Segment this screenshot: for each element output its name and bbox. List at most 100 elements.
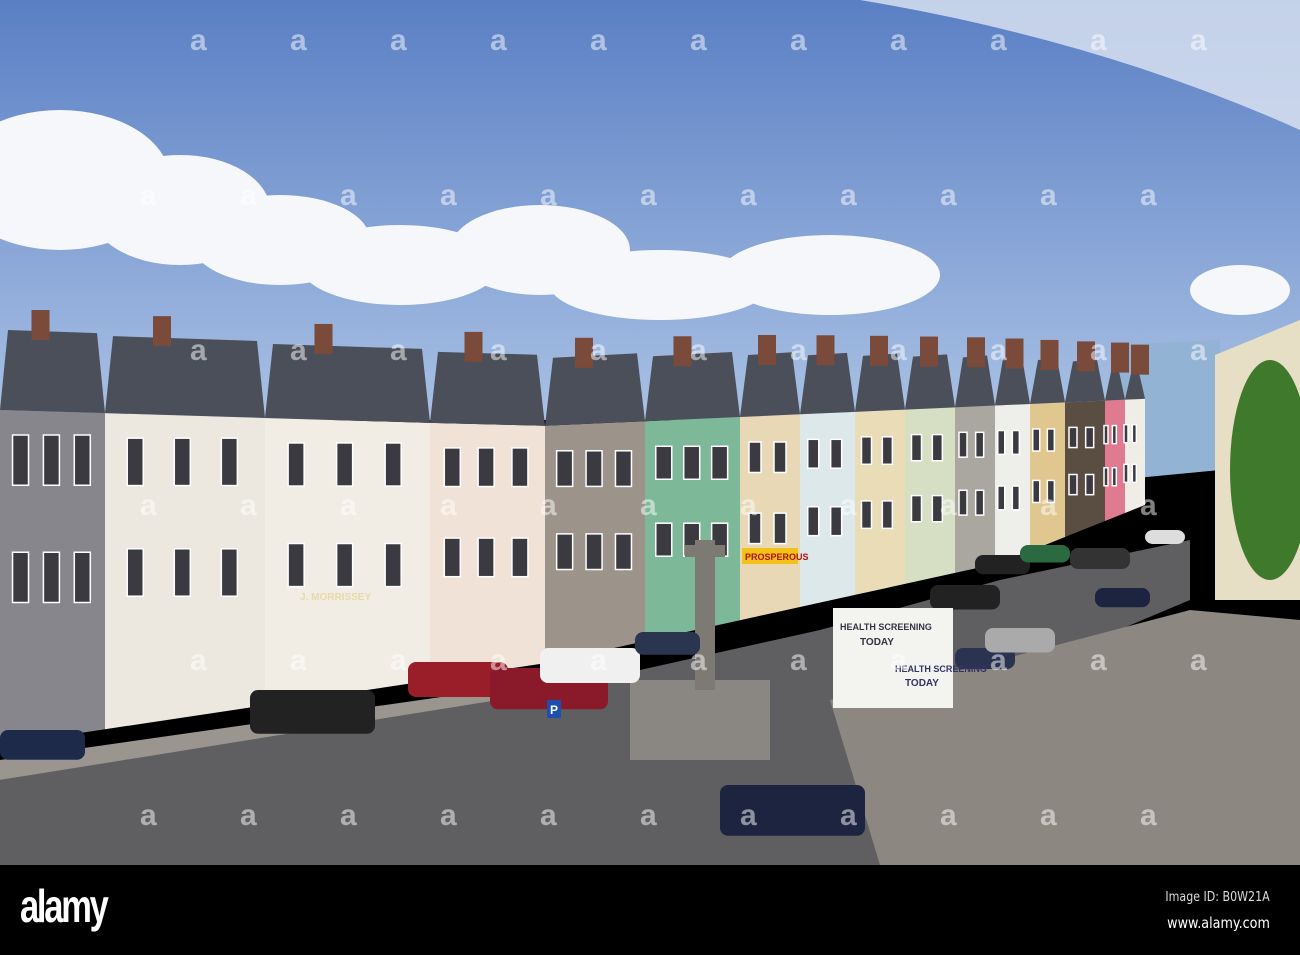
window [807,505,820,537]
watermark-glyph: a [1090,644,1107,677]
window [287,542,305,588]
watermark-glyph: a [240,489,257,522]
watermark-glyph: a [990,644,1007,677]
watermark-glyph: a [1190,644,1207,677]
watermark-glyph: a [640,489,657,522]
window [220,437,239,487]
window [1103,466,1109,487]
window [511,537,529,578]
watermark-glyph: a [440,799,457,832]
watermark-glyph: a [540,489,557,522]
watermark-glyph: a [740,489,757,522]
building-facade [995,403,1030,565]
window [335,542,354,588]
chimney [1131,344,1149,375]
chimney [870,335,888,366]
window [335,442,354,487]
car [930,585,1000,610]
building-facade [1105,399,1125,521]
stock-photo-frame: HEALTH SCREENING TODAY HEALTH SCREENING … [0,0,1300,955]
window [1032,428,1041,452]
watermark-glyph: a [890,334,907,367]
window [655,445,673,480]
watermark-glyph: a [990,334,1007,367]
street-scene-photo: HEALTH SCREENING TODAY HEALTH SCREENING … [0,0,1300,865]
window [1032,479,1041,504]
window [585,533,603,571]
roof [105,336,265,418]
watermark-glyph: a [290,334,307,367]
window [126,548,144,597]
watermark-glyph: a [240,799,257,832]
window [931,433,944,462]
watermark-glyph: a [1090,24,1107,57]
window [1131,423,1138,444]
watermark-glyph: a [340,799,357,832]
chimney [31,310,50,340]
watermark-glyph: a [1090,334,1107,367]
window [1111,424,1118,445]
watermark-glyph: a [290,24,307,57]
watermark-glyph: a [940,179,957,212]
window [126,437,144,487]
window [1103,424,1109,445]
footer-bar: alamy Image ID: B0W21A www.alamy.com [0,865,1300,955]
window [997,429,1006,456]
window [655,522,673,557]
watermark-glyph: a [1040,799,1057,832]
van-sign-side: HEALTH SCREENING [895,664,987,674]
watermark-glyph: a [540,799,557,832]
window [1084,426,1095,449]
window [1046,428,1056,452]
watermark-glyph: a [640,179,657,212]
car [0,730,85,760]
window [958,489,968,516]
window [997,485,1006,511]
watermark-glyph: a [440,179,457,212]
watermark-glyph: a [840,489,857,522]
window [860,436,873,466]
watermark-glyph: a [490,24,507,57]
watermark-glyph: a [1140,179,1157,212]
window [614,450,633,488]
window [1011,429,1021,456]
car [250,690,375,734]
window [829,438,843,469]
chimney [967,337,985,368]
watermark-glyph: a [590,24,607,57]
chimney [314,323,333,354]
watermark-glyph: a [190,334,207,367]
window [173,437,192,487]
window [773,441,787,474]
chimney [1111,342,1129,373]
window [910,433,923,462]
watermark-glyph: a [940,489,957,522]
window [1011,485,1021,511]
window [881,436,894,466]
car [1145,530,1185,544]
window [1084,473,1095,496]
watermark-glyph: a [890,24,907,57]
van-sign-side-2: TODAY [905,678,939,689]
window [974,431,985,458]
parking-sign: P [550,703,558,717]
window [443,537,462,578]
watermark-glyph: a [740,179,757,212]
window [477,537,495,578]
window [384,442,402,487]
car [1070,548,1130,569]
window [1123,423,1129,444]
window [860,500,873,530]
chimney [920,336,938,367]
window [220,548,239,597]
window [1111,466,1118,487]
car [1095,588,1150,608]
watermark-glyph: a [190,644,207,677]
window [773,512,787,545]
window [910,494,923,523]
window [1068,473,1078,496]
chimney [153,316,171,347]
alamy-logo[interactable]: alamy [20,879,109,933]
website-link[interactable]: www.alamy.com [1167,914,1270,932]
watermark-glyph: a [690,644,707,677]
